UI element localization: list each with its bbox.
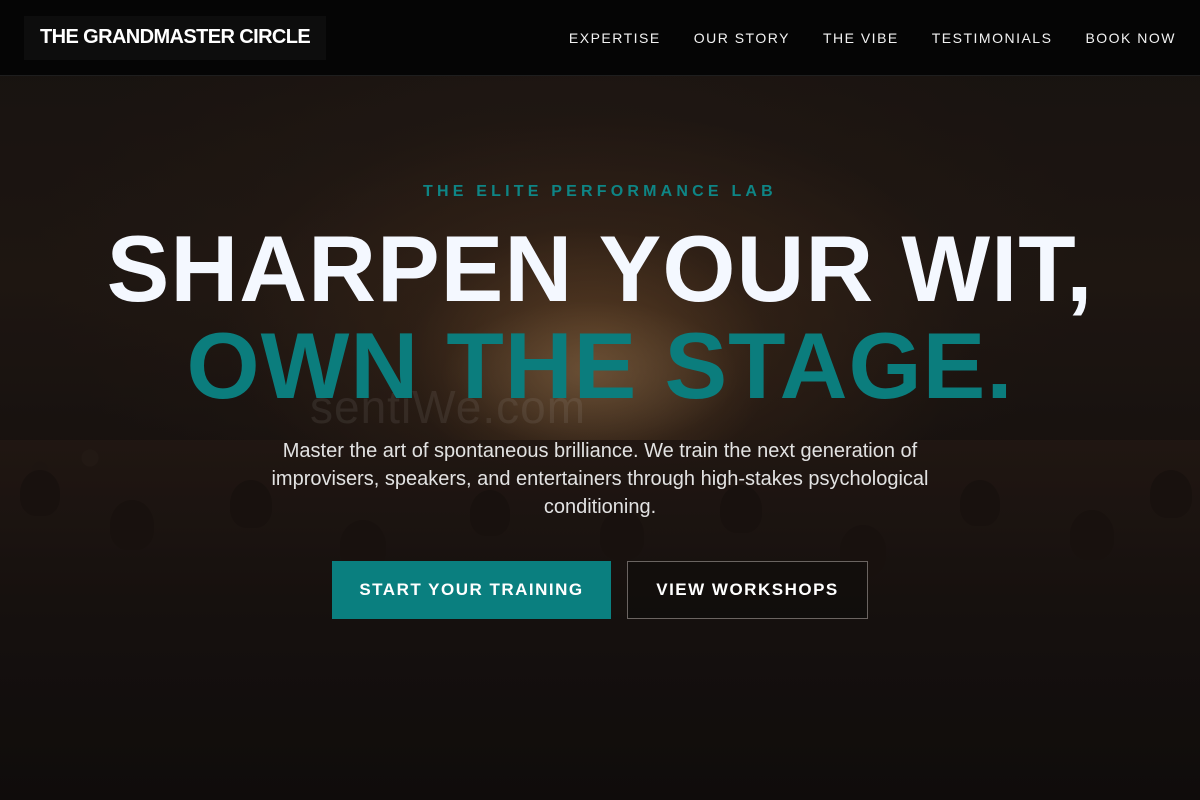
nav-link-expertise[interactable]: EXPERTISE <box>569 30 661 46</box>
nav-link-our-story[interactable]: OUR STORY <box>694 30 790 46</box>
hero-eyebrow: THE ELITE PERFORMANCE LAB <box>423 183 777 200</box>
hero-headline-line2: OWN THE STAGE. <box>186 313 1014 418</box>
hero-headline-line1: SHARPEN YOUR WIT, <box>106 216 1094 321</box>
nav-link-book-now[interactable]: BOOK NOW <box>1085 30 1176 46</box>
site-header: THE GRANDMASTER CIRCLE EXPERTISE OUR STO… <box>0 0 1200 76</box>
main-nav: EXPERTISE OUR STORY THE VIBE TESTIMONIAL… <box>569 30 1176 46</box>
nav-link-the-vibe[interactable]: THE VIBE <box>823 30 899 46</box>
hero-section: THE ELITE PERFORMANCE LAB SHARPEN YOUR W… <box>0 76 1200 800</box>
start-training-button[interactable]: START YOUR TRAINING <box>332 561 611 619</box>
landing-page: sentiWe.com THE GRANDMASTER CIRCLE EXPER… <box>0 0 1200 800</box>
nav-link-testimonials[interactable]: TESTIMONIALS <box>932 30 1053 46</box>
hero-description: Master the art of spontaneous brilliance… <box>271 440 929 518</box>
view-workshops-button[interactable]: VIEW WORKSHOPS <box>627 561 868 619</box>
hero-actions: START YOUR TRAINING VIEW WORKSHOPS <box>0 561 1200 619</box>
site-logo[interactable]: THE GRANDMASTER CIRCLE <box>24 15 327 60</box>
